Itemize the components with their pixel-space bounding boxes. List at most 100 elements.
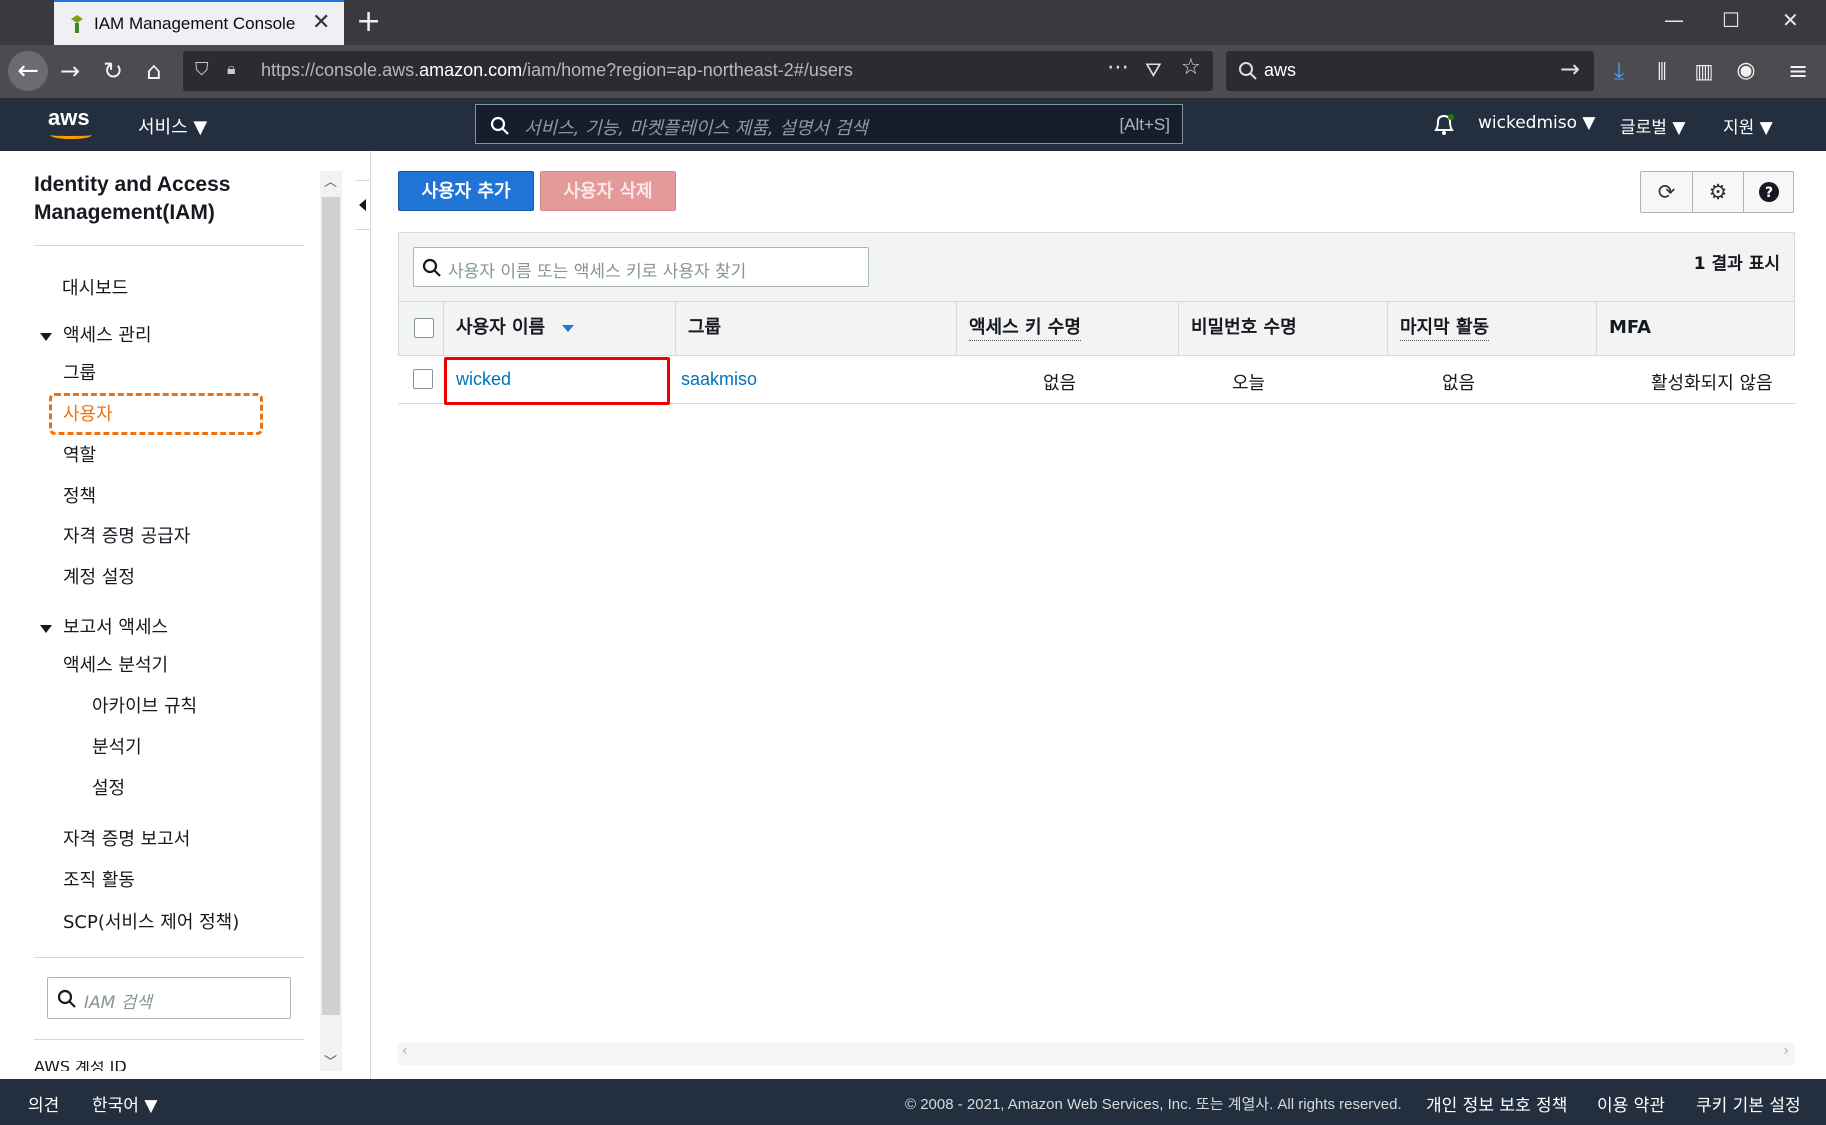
aws-favicon-icon [71, 15, 83, 33]
sort-desc-icon [562, 325, 575, 332]
user-filter-input[interactable]: 사용자 이름 또는 액세스 키로 사용자 찾기 [413, 247, 869, 287]
sidebar-item-account-settings[interactable]: 계정 설정 [63, 563, 135, 589]
sidebar-item-organization-activity[interactable]: 조직 활동 [63, 866, 135, 892]
account-menu[interactable]: wickedmiso ▼ [1478, 113, 1595, 133]
sidebar-item-archive-rules[interactable]: 아카이브 규칙 [92, 692, 197, 718]
copyright-text: © 2008 - 2021, Amazon Web Services, Inc.… [905, 1096, 1402, 1113]
pocket-icon[interactable]: ⛛ [1145, 58, 1162, 82]
column-groups[interactable]: 그룹 [675, 302, 956, 356]
sidebar-item-credential-report[interactable]: 자격 증명 보고서 [63, 825, 190, 851]
support-menu[interactable]: 지원 ▼ [1723, 113, 1773, 138]
sidebar-item-roles[interactable]: 역할 [63, 441, 96, 467]
scroll-left-icon[interactable]: ‹ [402, 1043, 408, 1059]
menu-icon[interactable]: ≡ [1784, 57, 1812, 85]
user-filter-placeholder: 사용자 이름 또는 액세스 키로 사용자 찾기 [448, 262, 747, 282]
mfa-cell: 활성화되지 않음 [1651, 373, 1773, 394]
aws-search-placeholder: 서비스, 기능, 마켓플레이스 제품, 설명서 검색 [524, 118, 868, 139]
aws-header: aws 서비스 ▼ 서비스, 기능, 마켓플레이스 제품, 설명서 검색 [Al… [0, 99, 1826, 151]
library-icon[interactable]: ⫼ [1648, 57, 1676, 85]
sidebar-divider [34, 1039, 304, 1040]
scroll-down-icon[interactable]: ﹀ [324, 1051, 337, 1070]
browser-tab[interactable]: IAM Management Console ✕ [54, 0, 344, 45]
column-access-key-age[interactable]: 액세스 키 수명 [956, 302, 1178, 356]
help-icon[interactable]: ? [1743, 172, 1794, 212]
column-last-activity[interactable]: 마지막 활동 [1387, 302, 1596, 356]
new-tab-icon[interactable]: + [356, 4, 381, 39]
browser-search-bar[interactable]: aws → [1226, 51, 1594, 91]
scrollbar-thumb[interactable] [322, 197, 340, 1015]
maximize-icon[interactable]: ☐ [1722, 8, 1740, 32]
window-close-icon[interactable]: ✕ [1782, 8, 1799, 32]
download-icon[interactable]: ⤓ [1605, 57, 1633, 85]
delete-user-button[interactable]: 사용자 삭제 [540, 171, 676, 211]
sidebar-item-settings[interactable]: 설정 [92, 774, 125, 800]
notification-bell-icon[interactable] [1432, 112, 1456, 138]
sidebar-toggle-icon[interactable]: ▥ [1690, 57, 1718, 85]
table-actions: ⟳ ⚙ ? [1640, 171, 1794, 213]
caret-down-icon[interactable] [40, 625, 52, 633]
lock-icon: 🔒︎ [227, 59, 236, 78]
gear-icon[interactable]: ⚙ [1692, 172, 1743, 212]
privacy-policy-link[interactable]: 개인 정보 보호 정책 [1426, 1091, 1567, 1116]
sidebar-divider [34, 957, 304, 958]
region-menu[interactable]: 글로벌 ▼ [1620, 113, 1685, 138]
password-age-cell: 오늘 [1232, 373, 1266, 394]
forward-icon[interactable]: → [56, 57, 84, 85]
reload-icon[interactable]: ↻ [99, 57, 127, 85]
caret-down-icon[interactable] [40, 333, 52, 341]
refresh-icon[interactable]: ⟳ [1641, 172, 1692, 212]
collapse-sidebar-icon[interactable] [355, 180, 371, 230]
sidebar-item-analyzers[interactable]: 분석기 [92, 733, 142, 759]
home-icon[interactable]: ⌂ [140, 57, 168, 85]
user-highlight-box [444, 357, 670, 405]
column-user-name[interactable]: 사용자 이름 [443, 302, 675, 356]
search-icon [490, 116, 509, 135]
cookie-preferences-link[interactable]: 쿠키 기본 설정 [1696, 1091, 1801, 1116]
sidebar-section-access-management[interactable]: 액세스 관리 [63, 321, 152, 347]
column-mfa[interactable]: MFA [1596, 302, 1796, 356]
terms-link[interactable]: 이용 약관 [1597, 1091, 1665, 1116]
aws-search-input[interactable]: 서비스, 기능, 마켓플레이스 제품, 설명서 검색 [Alt+S] [475, 104, 1183, 144]
browser-search-value[interactable]: aws [1264, 60, 1296, 81]
add-user-button[interactable]: 사용자 추가 [398, 171, 534, 211]
feedback-link[interactable]: 의견 [28, 1091, 59, 1116]
sidebar-item-scp[interactable]: SCP(서비스 제어 정책) [63, 908, 239, 934]
search-icon [1239, 62, 1257, 80]
sidebar-divider [34, 245, 304, 246]
language-selector[interactable]: 한국어 ▼ [92, 1091, 157, 1116]
table-header: 사용자 이름 그룹 액세스 키 수명 비밀번호 수명 마지막 활동 MFA [398, 302, 1795, 356]
search-go-icon[interactable]: → [1560, 55, 1580, 83]
services-menu[interactable]: 서비스 ▼ [138, 113, 207, 139]
url-text[interactable]: https://console.aws.amazon.com/iam/home?… [261, 60, 853, 81]
bookmark-star-icon[interactable]: ☆ [1181, 55, 1201, 80]
select-all-checkbox[interactable] [414, 318, 434, 338]
scroll-right-icon[interactable]: › [1783, 1043, 1789, 1059]
row-checkbox[interactable] [413, 369, 433, 389]
sidebar-scrollbar[interactable]: ︿ ﹀ [320, 171, 342, 1071]
iam-search-input[interactable]: IAM 검색 [47, 977, 291, 1019]
horizontal-scrollbar[interactable]: ‹ › [398, 1043, 1795, 1065]
sidebar-item-policies[interactable]: 정책 [63, 482, 96, 508]
filter-bar: 사용자 이름 또는 액세스 키로 사용자 찾기 1 결과 표시 [398, 232, 1795, 302]
sidebar-item-access-analyzer[interactable]: 액세스 분석기 [63, 651, 168, 677]
page-actions-icon[interactable]: ⋯ [1107, 55, 1129, 80]
browser-nav-bar: ← → ↻ ⌂ ⛉ 🔒︎ https://console.aws.amazon.… [0, 45, 1826, 99]
aws-logo[interactable]: aws [48, 105, 90, 131]
shield-icon: ⛉ [195, 59, 209, 80]
minimize-icon[interactable]: — [1664, 8, 1684, 32]
sidebar-item-groups[interactable]: 그룹 [63, 359, 96, 385]
back-icon[interactable]: ← [8, 51, 48, 91]
url-bar[interactable]: ⛉ 🔒︎ https://console.aws.amazon.com/iam/… [183, 51, 1213, 91]
scroll-up-icon[interactable]: ︿ [324, 171, 337, 190]
sidebar-item-dashboard[interactable]: 대시보드 [62, 274, 128, 300]
browser-tab-bar: IAM Management Console ✕ + — ☐ ✕ [0, 0, 1826, 45]
sidebar-section-access-reports[interactable]: 보고서 액세스 [63, 613, 168, 639]
sidebar-account-id-label: AWS 계정 ID [34, 1061, 127, 1071]
account-icon[interactable]: ◉ [1732, 57, 1760, 85]
aws-logo-smile-icon [50, 131, 92, 139]
tab-close-icon[interactable]: ✕ [312, 10, 330, 35]
sidebar-item-users[interactable]: 사용자 [63, 400, 113, 426]
column-password-age[interactable]: 비밀번호 수명 [1178, 302, 1387, 356]
sidebar-item-identity-providers[interactable]: 자격 증명 공급자 [63, 522, 190, 548]
group-link[interactable]: saakmiso [681, 369, 757, 390]
